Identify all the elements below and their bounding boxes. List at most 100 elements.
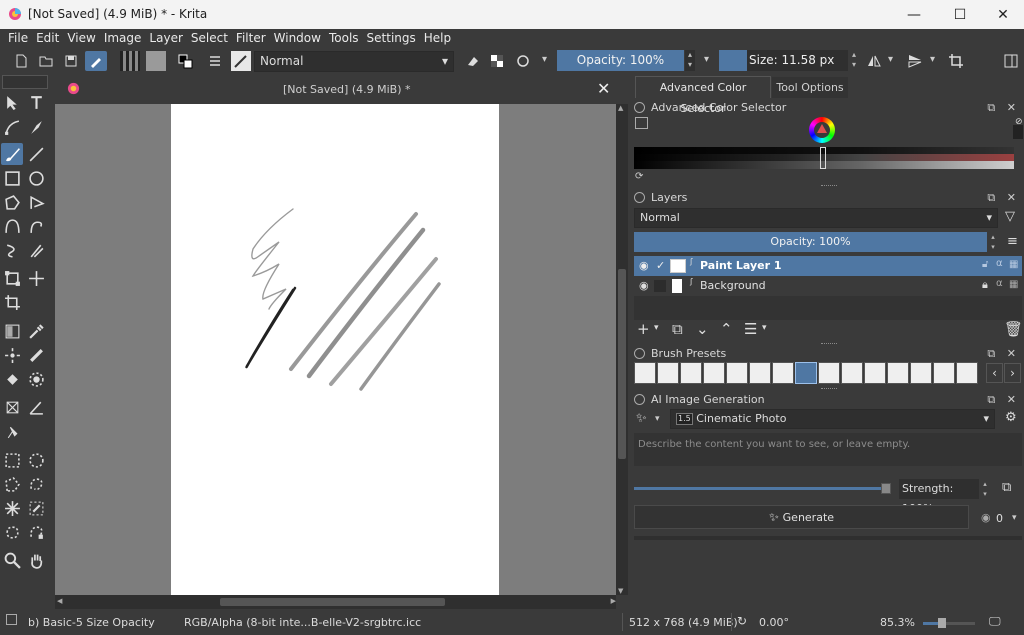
tab-advanced-color-selector[interactable]: Advanced Color Selector — [635, 76, 771, 115]
freehand-path-tool[interactable] — [25, 215, 47, 237]
inherit-alpha-icon[interactable]: ▦ — [1009, 279, 1018, 290]
bezier-curve-tool[interactable] — [1, 215, 23, 237]
opacity-slider[interactable]: Opacity: 100% — [557, 50, 684, 71]
layer-name[interactable]: Background — [700, 279, 766, 292]
crop-tool[interactable] — [1, 291, 23, 313]
minimize-button[interactable]: — — [891, 0, 937, 29]
color-shade-bar[interactable] — [634, 147, 1014, 169]
layer-row-background[interactable]: ◉ ʃ Background 🔒︎ α ▦ — [634, 276, 1022, 296]
chevron-down-icon[interactable]: ▾ — [888, 54, 893, 65]
brush-editor-icon[interactable] — [85, 51, 107, 71]
docker-buttons[interactable]: ⧉ ✕ — [987, 347, 1020, 361]
fill-bucket-tool[interactable] — [1, 368, 23, 390]
strength-slider[interactable]: Strength: 100% — [899, 479, 979, 515]
delete-layer-icon[interactable]: 🗑︎ — [1004, 320, 1023, 338]
duplicate-layer-icon[interactable]: ⧉ — [672, 320, 683, 338]
dynamic-brush-tool[interactable] — [1, 239, 23, 261]
mirror-horizontal-icon[interactable] — [864, 51, 884, 71]
freehand-selection-tool[interactable] — [25, 473, 47, 495]
chevron-right-icon[interactable]: › — [1004, 363, 1021, 383]
edit-shapes-tool[interactable] — [1, 116, 23, 138]
brush-preset-selected[interactable] — [795, 362, 817, 384]
polygonal-selection-tool[interactable] — [1, 473, 23, 495]
brush-preset[interactable] — [956, 362, 978, 384]
document-tab[interactable]: [Not Saved] (4.9 MiB) * ✕ — [55, 75, 628, 103]
filter-icon[interactable]: ▽ — [1005, 209, 1015, 224]
fill-colorize-tool[interactable] — [25, 344, 47, 366]
vertical-scroll-thumb[interactable] — [618, 269, 626, 459]
layer-blend-mode-select[interactable]: Normal ▾ — [634, 208, 998, 228]
chevron-down-icon[interactable]: ▾ — [542, 54, 547, 65]
canvas-viewport[interactable] — [55, 104, 616, 595]
rotation-value[interactable]: 0.00° — [759, 616, 789, 629]
brush-preset[interactable] — [726, 362, 748, 384]
reload-preset-icon[interactable] — [513, 51, 533, 71]
menu-view[interactable]: View — [63, 29, 99, 48]
similar-color-selection-tool[interactable] — [25, 497, 47, 519]
multibrush-tool[interactable] — [25, 239, 47, 261]
tab-tool-options[interactable]: Tool Options — [772, 77, 848, 98]
magic-wand-icon[interactable]: ✨︎ — [636, 411, 647, 426]
layers-stack-icon[interactable]: ⧉ — [1002, 480, 1011, 495]
brush-preset[interactable] — [818, 362, 840, 384]
gradient-swatch[interactable] — [120, 51, 140, 71]
blend-mode-select[interactable]: Normal ▾ — [254, 51, 454, 72]
rectangle-tool[interactable] — [1, 167, 23, 189]
magnetic-selection-tool[interactable] — [25, 521, 47, 543]
menu-filter[interactable]: Filter — [232, 29, 270, 48]
color-swatch-dark[interactable] — [1013, 125, 1023, 139]
polyline-tool[interactable] — [25, 191, 47, 213]
docker-float-icon[interactable] — [634, 394, 645, 405]
pattern-swatch[interactable] — [146, 51, 166, 71]
brush-preset[interactable] — [657, 362, 679, 384]
docker-float-icon[interactable] — [634, 348, 645, 359]
brush-settings-icon[interactable] — [205, 51, 225, 71]
move-layer-up-icon[interactable]: ⌃ — [720, 320, 733, 338]
brush-preset-thumbnail[interactable] — [231, 51, 251, 71]
alpha-lock-icon[interactable]: α — [996, 278, 1003, 289]
bezier-selection-tool[interactable] — [1, 521, 23, 543]
color-picker-tool[interactable] — [25, 320, 47, 342]
layer-opacity-slider[interactable]: Opacity: 100% — [634, 232, 987, 252]
image-dimensions[interactable]: 512 x 768 (4.9 MiB) — [629, 616, 738, 629]
close-window-button[interactable]: ✕ — [980, 0, 1024, 29]
panel-layout-icon[interactable] — [1001, 51, 1021, 71]
visibility-eye-icon[interactable]: ◉ — [639, 259, 649, 272]
brush-preset[interactable] — [680, 362, 702, 384]
brush-preset[interactable] — [910, 362, 932, 384]
layer-lock-icon[interactable]: 🔒︎ — [982, 278, 988, 292]
refresh-icon[interactable]: ⟳ — [635, 171, 643, 182]
move-layer-down-icon[interactable]: ⌄ — [696, 320, 709, 338]
brush-preset[interactable] — [841, 362, 863, 384]
opacity-spin[interactable]: ▴ ▾ — [685, 50, 695, 71]
visibility-eye-icon[interactable]: ◉ — [639, 279, 649, 292]
scroll-down-icon[interactable]: ▼ — [618, 587, 623, 595]
menu-image[interactable]: Image — [100, 29, 146, 48]
save-icon[interactable] — [61, 51, 81, 71]
select-shapes-tool[interactable] — [1, 91, 23, 113]
scroll-left-icon[interactable]: ◀ — [57, 597, 62, 605]
eraser-icon[interactable] — [462, 51, 482, 71]
maximize-button[interactable]: ☐ — [937, 0, 983, 29]
document-canvas[interactable] — [171, 104, 499, 595]
chevron-down-icon[interactable]: ▾ — [1012, 513, 1017, 523]
scroll-up-icon[interactable]: ▲ — [618, 104, 623, 112]
scroll-right-icon[interactable]: ▶ — [611, 597, 616, 605]
docker-splitter[interactable] — [821, 388, 837, 391]
layer-row-paint-layer-1[interactable]: ◉ ✓ ʃ Paint Layer 1 🔓︎ α ▦ — [634, 256, 1022, 276]
brush-preset[interactable] — [864, 362, 886, 384]
menu-icon[interactable]: ≡ — [1007, 234, 1018, 249]
menu-edit[interactable]: Edit — [32, 29, 63, 48]
transform-tool[interactable] — [1, 267, 23, 289]
inherit-alpha-icon[interactable]: ▦ — [1009, 259, 1018, 270]
ai-prompt-input[interactable]: Describe the content you want to see, or… — [634, 433, 1022, 466]
assistant-tool[interactable] — [1, 396, 23, 418]
zoom-value[interactable]: 85.3% — [880, 616, 915, 629]
calligraphy-tool[interactable] — [25, 116, 47, 138]
docker-float-icon[interactable] — [634, 192, 645, 203]
brush-preset[interactable] — [749, 362, 771, 384]
menu-file[interactable]: File — [4, 29, 32, 48]
menu-settings[interactable]: Settings — [363, 29, 420, 48]
menu-tools[interactable]: Tools — [325, 29, 363, 48]
color-hue-ring[interactable] — [809, 117, 835, 143]
